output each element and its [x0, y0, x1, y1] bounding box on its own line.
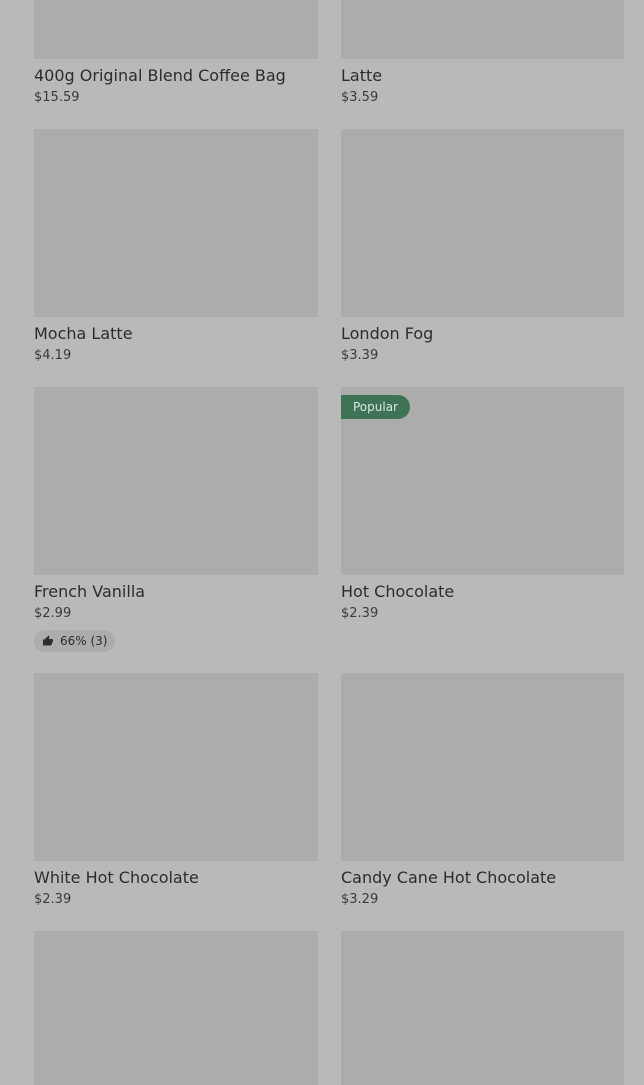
product-card[interactable]: White Hot Chocolate $2.39	[34, 673, 318, 910]
product-card[interactable]: Latte $3.59	[341, 0, 624, 108]
product-card[interactable]: Mocha Latte $4.19	[34, 129, 318, 366]
product-name[interactable]: 400g Original Blend Coffee Bag	[34, 64, 318, 88]
product-image[interactable]	[341, 129, 624, 317]
product-card[interactable]: London Fog $3.39	[341, 129, 624, 366]
product-name[interactable]: Latte	[341, 64, 624, 88]
product-image[interactable]: Popular	[341, 387, 624, 575]
product-price: $2.39	[341, 606, 379, 621]
product-price: $2.99	[34, 606, 72, 621]
product-name[interactable]: Candy Cane Hot Chocolate	[341, 866, 624, 890]
product-image[interactable]	[341, 931, 624, 1085]
product-card[interactable]: 400g Original Blend Coffee Bag $15.59	[34, 0, 318, 108]
product-card[interactable]	[34, 931, 318, 1085]
product-image[interactable]	[34, 387, 318, 575]
popular-badge: Popular	[341, 395, 410, 419]
product-card[interactable]	[341, 931, 624, 1085]
product-image[interactable]	[34, 129, 318, 317]
product-price: $2.39	[34, 892, 72, 907]
product-name[interactable]: London Fog	[341, 322, 624, 346]
product-price: $15.59	[34, 90, 80, 105]
product-card[interactable]: Popular Hot Chocolate $2.39	[341, 387, 624, 624]
product-price: $3.59	[341, 90, 379, 105]
rating-text: 66% (3)	[60, 634, 108, 648]
product-card[interactable]: French Vanilla $2.99 66% (3)	[34, 387, 318, 652]
rating-badge: 66% (3)	[34, 630, 116, 652]
product-image[interactable]	[341, 673, 624, 861]
product-price: $4.19	[34, 348, 72, 363]
product-name[interactable]: French Vanilla	[34, 580, 318, 604]
product-grid: 400g Original Blend Coffee Bag $15.59 La…	[0, 0, 644, 1085]
product-image[interactable]	[341, 0, 624, 59]
product-image[interactable]	[34, 0, 318, 59]
product-image[interactable]	[34, 673, 318, 861]
product-name[interactable]: Mocha Latte	[34, 322, 318, 346]
thumbs-up-icon	[43, 635, 53, 646]
product-image[interactable]	[34, 931, 318, 1085]
product-name[interactable]: White Hot Chocolate	[34, 866, 318, 890]
product-card[interactable]: Candy Cane Hot Chocolate $3.29	[341, 673, 624, 910]
product-price: $3.29	[341, 892, 379, 907]
product-price: $3.39	[341, 348, 379, 363]
product-name[interactable]: Hot Chocolate	[341, 580, 624, 604]
